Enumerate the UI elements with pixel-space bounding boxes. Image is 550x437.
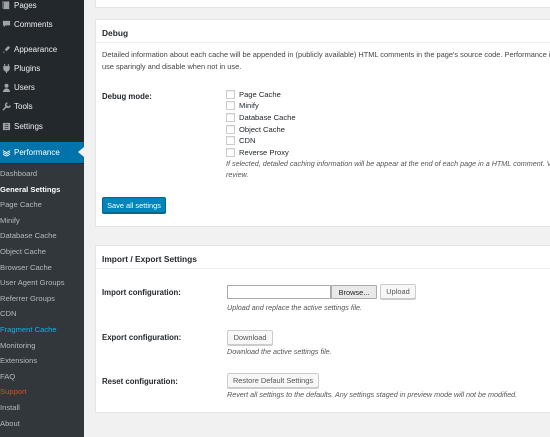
reset-configuration-label: Reset configuration: <box>102 377 178 386</box>
sidebar-item-performance[interactable]: Performance <box>0 142 84 163</box>
debug-option-minify[interactable]: Minify <box>226 100 259 111</box>
sidebar-item-appearance[interactable]: Appearance <box>0 40 84 59</box>
submenu-item-database-cache[interactable]: Database Cache <box>0 228 84 243</box>
sidebar-item-comments[interactable]: Comments <box>0 15 84 34</box>
sidebar-item-label: Comments <box>14 20 53 29</box>
sidebar-item-plugins[interactable]: Plugins <box>0 59 84 78</box>
comments-icon <box>1 20 11 30</box>
submenu-item-monitoring[interactable]: Monitoring <box>0 338 84 353</box>
export-configuration-label: Export configuration: <box>102 333 182 342</box>
sidebar-item-label: Settings <box>14 122 43 131</box>
checkbox[interactable] <box>226 113 235 122</box>
checkbox[interactable] <box>226 136 235 145</box>
performance-submenu: Dashboard General Settings Page Cache Mi… <box>0 164 84 437</box>
submenu-item-referrer-groups[interactable]: Referrer Groups <box>0 291 84 306</box>
submenu-item-page-cache[interactable]: Page Cache <box>0 197 84 212</box>
submenu-item-about[interactable]: About <box>0 416 84 431</box>
checkbox[interactable] <box>226 148 235 157</box>
debug-option-page-cache[interactable]: Page Cache <box>226 89 281 100</box>
browse-button[interactable]: Browse... <box>331 285 377 299</box>
sidebar-item-label: Performance <box>14 148 60 157</box>
debug-note: If selected, detailed caching informatio… <box>226 159 550 179</box>
checkbox-label: CDN <box>239 136 256 145</box>
previous-settings-panel <box>95 0 550 8</box>
submenu-item-support[interactable]: Support <box>0 384 84 399</box>
submenu-item-user-agent-groups[interactable]: User Agent Groups <box>0 275 84 290</box>
checkbox-label: Minify <box>239 101 259 110</box>
appearance-icon <box>1 45 11 55</box>
debug-option-reverse-proxy[interactable]: Reverse Proxy <box>226 147 289 158</box>
panel-divider <box>96 268 550 269</box>
restore-default-settings-button[interactable]: Restore Default Settings <box>227 373 319 388</box>
tools-icon <box>1 102 11 112</box>
performance-icon <box>1 148 11 158</box>
checkbox-label: Database Cache <box>239 113 296 122</box>
sidebar-item-tools[interactable]: Tools <box>0 97 84 116</box>
submenu-item-general-settings[interactable]: General Settings <box>0 182 84 197</box>
submenu-item-minify[interactable]: Minify <box>0 213 84 228</box>
users-icon <box>1 83 11 93</box>
checkbox[interactable] <box>226 101 235 110</box>
import-export-title: Import / Export Settings <box>102 254 197 264</box>
sidebar-item-label: Plugins <box>14 64 41 73</box>
checkbox-label: Page Cache <box>239 90 281 99</box>
debug-mode-label: Debug mode: <box>102 92 152 101</box>
debug-description: Detailed information about each cache wi… <box>102 50 550 71</box>
reset-note: Revert all settings to the defaults. Any… <box>227 390 518 399</box>
checkbox-label: Object Cache <box>239 125 286 134</box>
download-button[interactable]: Download <box>227 330 273 345</box>
debug-option-cdn[interactable]: CDN <box>226 135 255 146</box>
checkbox[interactable] <box>226 90 235 99</box>
submenu-item-browser-cache[interactable]: Browser Cache <box>0 260 84 275</box>
import-export-panel: Import / Export Settings Import configur… <box>95 245 550 413</box>
sidebar-item-label: Pages <box>14 1 37 10</box>
sidebar-item-users[interactable]: Users <box>0 78 84 97</box>
submenu-item-dashboard[interactable]: Dashboard <box>0 166 84 181</box>
submenu-item-install[interactable]: Install <box>0 400 84 415</box>
debug-title: Debug <box>102 28 129 38</box>
panel-divider <box>96 42 550 43</box>
sidebar-item-pages[interactable]: Pages <box>0 0 84 15</box>
debug-panel: Debug Detailed information about each ca… <box>95 19 550 227</box>
import-file-input[interactable] <box>227 285 331 299</box>
export-note: Download the active settings file. <box>227 347 332 356</box>
sidebar-item-label: Tools <box>14 102 33 111</box>
pages-icon <box>1 1 11 11</box>
admin-sidebar: Pages Comments Appearance Plugins Users … <box>0 0 84 437</box>
debug-option-database-cache[interactable]: Database Cache <box>226 112 296 123</box>
sidebar-item-settings[interactable]: Settings <box>0 117 84 136</box>
submenu-item-object-cache[interactable]: Object Cache <box>0 244 84 259</box>
plugins-icon <box>1 64 11 74</box>
submenu-item-extensions[interactable]: Extensions <box>0 353 84 368</box>
checkbox-label: Reverse Proxy <box>239 148 289 157</box>
save-all-settings-button[interactable]: Save all settings <box>102 197 166 213</box>
settings-icon <box>1 122 11 132</box>
debug-option-object-cache[interactable]: Object Cache <box>226 124 285 135</box>
import-note: Upload and replace the active settings f… <box>227 303 363 312</box>
import-configuration-label: Import configuration: <box>102 288 181 297</box>
submenu-item-fragment-cache[interactable]: Fragment Cache <box>0 322 84 337</box>
checkbox[interactable] <box>226 125 235 134</box>
sidebar-item-label: Appearance <box>14 45 58 54</box>
upload-button[interactable]: Upload <box>380 284 416 299</box>
submenu-item-cdn[interactable]: CDN <box>0 306 84 321</box>
sidebar-item-label: Users <box>14 83 35 92</box>
submenu-item-faq[interactable]: FAQ <box>0 369 84 384</box>
